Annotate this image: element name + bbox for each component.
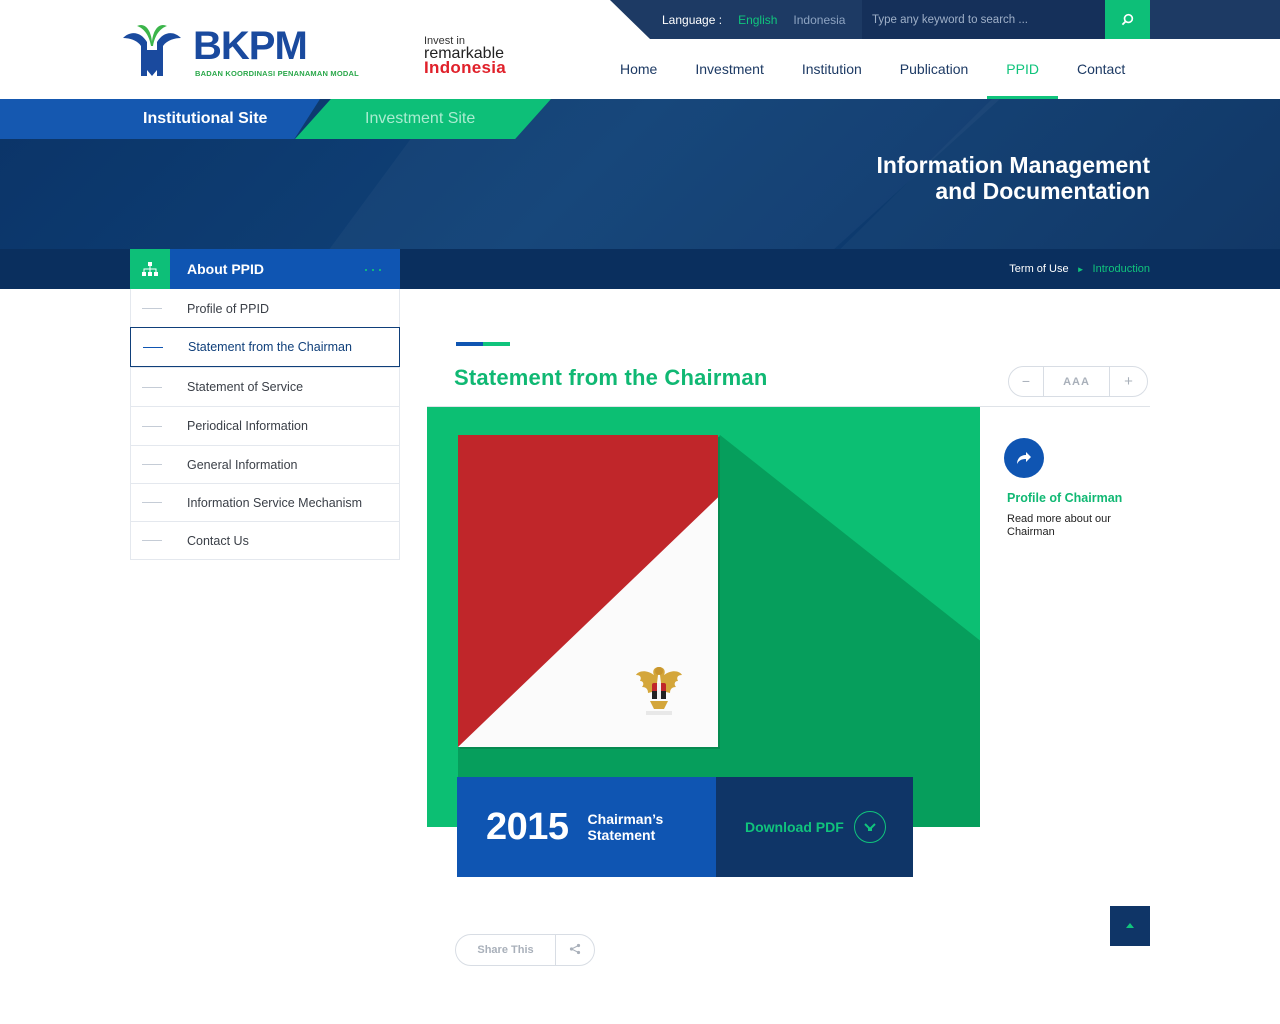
garuda-emblem-icon: [636, 667, 682, 715]
nav-contact[interactable]: Contact: [1058, 40, 1144, 99]
more-dots-icon[interactable]: ···: [363, 260, 384, 278]
download-pdf-label: Download PDF: [745, 819, 844, 835]
font-decrease-button[interactable]: −: [1009, 367, 1044, 396]
sidebar-title: About PPID: [187, 261, 264, 277]
nav-investment[interactable]: Investment: [676, 40, 782, 99]
font-size-control: − AAA +: [1008, 366, 1148, 397]
share-arrow-icon: [1017, 452, 1031, 464]
back-to-top-icon: [1126, 923, 1134, 928]
sitemap-icon: [130, 249, 170, 289]
statement-label: Chairman’s Statement: [588, 811, 664, 843]
breadcrumb-separator-icon: ►: [1076, 264, 1085, 274]
tab-institutional-site[interactable]: Institutional Site: [0, 99, 320, 139]
profile-chairman-desc: Read more about our Chairman: [1007, 513, 1111, 538]
bkpm-logo-mark-icon: [123, 24, 181, 76]
hero-title-line2: and Documentation: [935, 178, 1150, 204]
nav-ppid[interactable]: PPID: [987, 40, 1058, 99]
profile-chairman-button[interactable]: [1004, 438, 1044, 478]
share-button[interactable]: Share This: [455, 934, 595, 966]
statement-year: 2015: [486, 805, 569, 848]
search-icon: [1121, 13, 1134, 26]
language-english[interactable]: English: [738, 13, 777, 27]
language-label: Language :: [662, 12, 723, 27]
sidebar-item-label: Periodical Information: [187, 419, 308, 433]
statement-cover-image[interactable]: [458, 435, 718, 747]
sidebar-item-service-mechanism[interactable]: Information Service Mechanism: [131, 483, 399, 521]
bkpm-logo[interactable]: BKPM BADAN KOORDINASI PENANAMAN MODAL: [117, 20, 377, 80]
hero-title-line1: Information Management: [876, 152, 1150, 178]
download-bar: 2015 Chairman’s Statement Download PDF: [457, 777, 913, 877]
back-to-top-button[interactable]: [1110, 906, 1150, 946]
logo-wordmark: BKPM: [193, 24, 308, 68]
statement-label-line2: Statement: [587, 827, 656, 843]
sidebar-item-label: General Information: [187, 457, 298, 472]
nav-publication[interactable]: Publication: [881, 40, 988, 99]
statement-label-block: 2015 Chairman’s Statement: [457, 777, 716, 877]
site-header: BKPM BADAN KOORDINASI PENANAMAN MODAL In…: [0, 0, 1280, 99]
dash-icon: [142, 540, 162, 541]
language-switcher: Language : English Indonesia: [662, 0, 845, 39]
sidebar-item-contact-us[interactable]: Contact Us: [131, 521, 399, 559]
sidebar-item-statement-chairman[interactable]: Statement from the Chairman: [130, 327, 400, 367]
breadcrumb-introduction[interactable]: Introduction: [1093, 263, 1150, 275]
sidebar-item-label: Profile of PPID: [187, 301, 269, 316]
dash-icon: [143, 346, 163, 348]
nav-home[interactable]: Home: [601, 40, 676, 99]
sidebar-item-statement-of-service[interactable]: Statement of Service: [131, 367, 399, 406]
hero-title: Information Management and Documentation: [877, 152, 1150, 204]
page-title: Statement from the Chairman: [454, 365, 768, 390]
dash-icon: [142, 425, 162, 427]
main-nav: Home Investment Institution Publication …: [601, 40, 1144, 99]
nav-institution[interactable]: Institution: [783, 40, 881, 99]
logo-subtitle: BADAN KOORDINASI PENANAMAN MODAL: [195, 69, 359, 78]
font-increase-button[interactable]: +: [1109, 367, 1147, 396]
font-size-label: AAA: [1063, 375, 1090, 388]
sidebar-item-label: Statement from the Chairman: [188, 340, 352, 354]
download-icon: [853, 811, 886, 843]
language-indonesia[interactable]: Indonesia: [793, 13, 845, 27]
sidebar-item-label: Information Service Mechanism: [187, 495, 363, 510]
sidebar-item-profile-of-ppid[interactable]: Profile of PPID: [131, 289, 399, 328]
search-input[interactable]: [872, 8, 1097, 32]
statement-label-line1: Chairman’s: [587, 811, 664, 827]
title-accent: [456, 342, 510, 346]
breadcrumb-term-of-use[interactable]: Term of Use: [1009, 263, 1068, 275]
share-icon: [556, 943, 594, 958]
dash-icon: [142, 386, 162, 388]
dash-icon: [142, 464, 162, 465]
search-button[interactable]: [1105, 0, 1150, 39]
breadcrumb: Term of Use ► Introduction: [1009, 249, 1150, 289]
sidebar-item-label: Statement of Service: [187, 380, 304, 394]
dash-icon: [142, 502, 162, 503]
profile-chairman-link[interactable]: Profile of Chairman: [1007, 491, 1122, 505]
sidebar-header[interactable]: About PPID ···: [130, 249, 400, 289]
sidebar-item-periodical-information[interactable]: Periodical Information: [131, 406, 399, 445]
sidebar-menu: Profile of PPID Statement from the Chair…: [130, 289, 400, 560]
invest-indonesia-logo[interactable]: Invest in remarkable Indonesia: [424, 36, 524, 80]
download-pdf-button[interactable]: Download PDF: [716, 777, 913, 877]
search-box: [862, 0, 1105, 39]
sidebar-item-general-information[interactable]: General Information: [131, 445, 399, 483]
share-label: Share This: [456, 935, 556, 965]
tab-investment-site[interactable]: Investment Site: [295, 99, 551, 139]
dash-icon: [142, 308, 162, 309]
sidebar-item-label: Contact Us: [187, 533, 249, 548]
invest-line3: Indonesia: [424, 58, 507, 77]
